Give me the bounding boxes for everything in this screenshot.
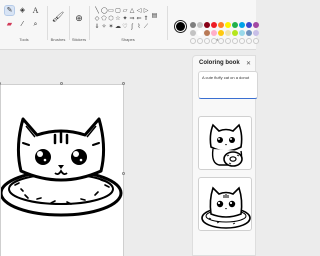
shape-option[interactable]: ▭ [108,8,114,14]
result-thumbnail-2[interactable] [198,177,252,231]
color-swatch[interactable] [211,30,217,36]
cat-holding-donut-image [209,123,243,167]
shape-option[interactable]: ◯ [101,8,108,14]
shape-option[interactable]: ✦ [122,16,128,22]
shape-option[interactable]: ▢ [115,8,121,14]
shape-option[interactable]: ◇ [94,16,100,22]
fill-bucket-icon[interactable]: ◈ [18,6,27,15]
stickers-label: Stickers [71,37,87,42]
color-swatch[interactable] [232,30,238,36]
custom-color-slot[interactable] [253,38,259,44]
color-swatch[interactable] [204,22,210,28]
shapes-group: ╲ ◯ ▭ ▢ ▱ △ ◁ ▷ ◇ ⬠ ⬡ ☆ ✦ ⇒ ⇐ ⇑ ⇓ ✧ ✶ ☁ ♡ ʃ ⌇ ⟋ ▤ Shapes [90,2,166,42]
color-swatch[interactable] [190,22,196,28]
tools-group: ✎ ◈ A ▰ ⁄ ⌕ Tools [2,2,46,42]
canvas-area[interactable] [0,51,190,256]
brush-icon[interactable]: 🖌 [52,12,65,24]
custom-color-slot[interactable] [190,38,196,44]
custom-color-slot[interactable] [239,38,245,44]
shape-option[interactable]: ✧ [101,24,107,30]
stickers-group: ⊕ Stickers [70,2,88,42]
shape-option[interactable]: ⌇ [136,24,142,30]
current-color[interactable] [174,20,187,33]
color-swatch[interactable] [253,30,259,36]
custom-color-slot[interactable] [232,38,238,44]
custom-color-slot[interactable] [211,38,217,44]
color-swatch[interactable] [197,22,203,28]
color-swatch[interactable] [190,30,196,36]
color-swatch[interactable] [218,22,224,28]
pencil-icon[interactable]: ✎ [4,5,15,16]
eraser-icon[interactable]: ▰ [5,20,14,29]
shape-option[interactable]: ⬠ [101,16,107,22]
magnifier-icon[interactable]: ⌕ [31,20,40,29]
resize-handle[interactable] [60,82,63,85]
custom-color-slot[interactable] [225,38,231,44]
cat-on-donut-drawing [0,117,123,217]
shape-option[interactable]: ⇑ [143,16,149,22]
color-swatch[interactable] [197,30,203,36]
brushes-group: 🖌 Brushes [48,2,68,43]
color-swatch[interactable] [253,22,259,28]
drawing-canvas[interactable] [0,84,124,256]
panel-title: Coloring book [199,60,240,66]
color-swatch[interactable] [204,30,210,36]
color-swatch[interactable] [218,30,224,36]
prompt-input[interactable]: A cute fluffy cat on a donut [198,71,258,99]
shape-option[interactable]: ✶ [108,24,114,30]
shape-option[interactable]: ʃ [129,24,135,30]
color-swatch[interactable] [239,22,245,28]
text-icon[interactable]: A [31,6,40,15]
custom-color-slot[interactable] [204,38,210,44]
shape-option[interactable]: ╲ [94,8,100,14]
shape-option[interactable]: ⬡ [108,16,114,22]
cat-on-donut-thumbnail [201,186,251,229]
ribbon: ✎ ◈ A ▰ ⁄ ⌕ Tools 🖌 Brushes ⊕ Stickers ╲… [0,0,259,50]
shapes-label: Shapes [121,37,135,42]
color-swatch[interactable] [225,30,231,36]
resize-handle[interactable] [122,82,125,85]
color-swatch[interactable] [246,22,252,28]
shape-option[interactable]: ☆ [115,16,121,22]
sticker-icon[interactable]: ⊕ [73,12,85,24]
color-swatch[interactable] [239,30,245,36]
brushes-label: Brushes [50,37,66,42]
shape-option[interactable]: ▷ [143,8,149,14]
color-swatch[interactable] [225,22,231,28]
shape-option[interactable]: ☁ [115,24,121,30]
shape-option[interactable]: ⇒ [129,16,135,22]
divider [167,6,168,40]
shape-option[interactable]: ◁ [136,8,142,14]
color-swatch[interactable] [246,30,252,36]
fill-style-icon[interactable]: ▤ [150,11,159,20]
shape-option[interactable]: ⇓ [94,24,100,30]
shape-option[interactable]: ▱ [122,8,128,14]
resize-handle[interactable] [122,172,125,175]
tools-label: Tools [19,37,29,42]
close-icon[interactable]: ✕ [246,60,251,67]
coloring-book-panel: Coloring book ✕ A cute fluffy cat on a d… [192,55,258,256]
shape-option[interactable]: ⇐ [136,16,142,22]
custom-color-slot[interactable] [218,38,224,44]
color-swatch[interactable] [232,22,238,28]
color-picker-icon[interactable]: ⁄ [18,20,27,29]
custom-color-slot[interactable] [197,38,203,44]
shape-option[interactable]: ♡ [122,24,128,30]
shape-option[interactable]: ⟋ [143,24,149,30]
result-thumbnail-1[interactable] [198,116,252,170]
color-swatch[interactable] [211,22,217,28]
shape-option[interactable]: △ [129,8,135,14]
custom-color-slot[interactable] [246,38,252,44]
